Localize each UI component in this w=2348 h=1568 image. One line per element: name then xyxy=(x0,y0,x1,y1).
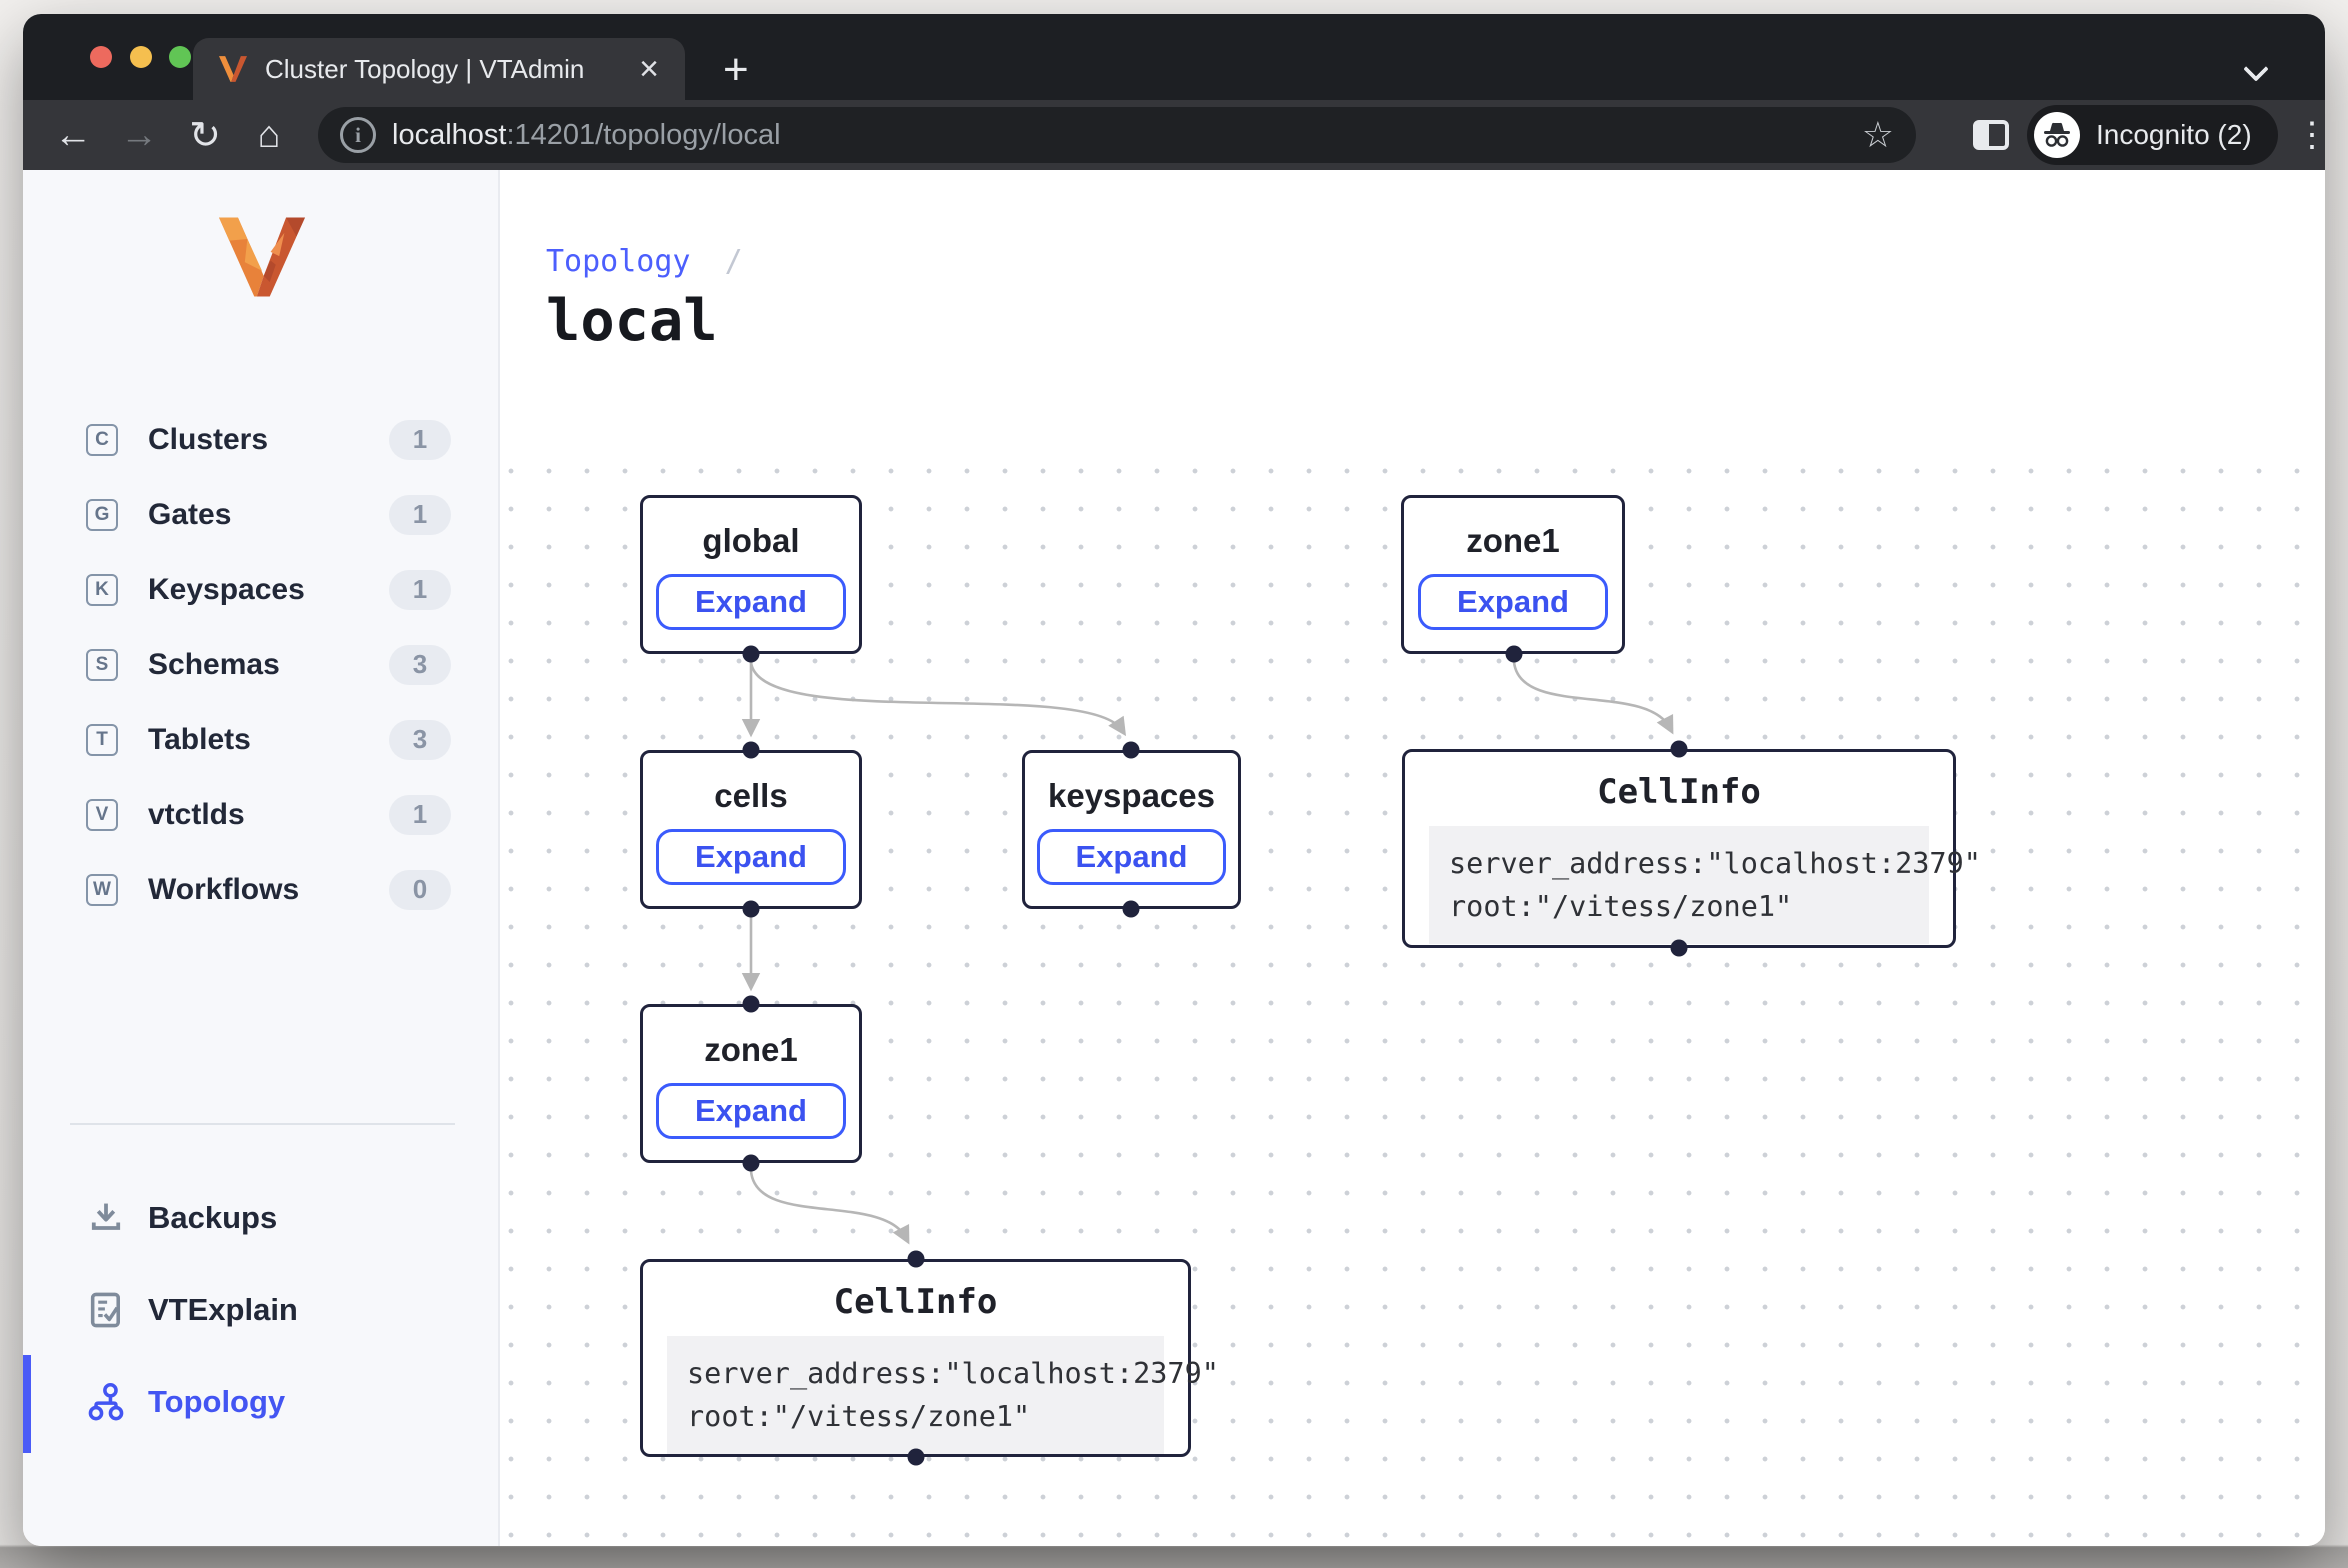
count-badge: 1 xyxy=(389,570,451,610)
vtctlds-icon: V xyxy=(86,799,118,831)
document-check-icon xyxy=(86,1290,126,1330)
cellinfo-code: server_address:"localhost:2379" root:"/v… xyxy=(667,1336,1164,1454)
clusters-icon: C xyxy=(86,424,118,456)
tab-title: Cluster Topology | VTAdmin xyxy=(265,54,629,85)
forward-button[interactable]: → xyxy=(111,100,167,170)
sidebar: C Clusters 1 G Gates 1 K Keyspaces 1 S S… xyxy=(23,170,500,1546)
node-global: global Expand xyxy=(640,495,862,654)
sidebar-item-backups[interactable]: Backups xyxy=(23,1172,498,1264)
node-keyspaces: keyspaces Expand xyxy=(1022,750,1241,909)
minimize-window-button[interactable] xyxy=(130,46,152,68)
breadcrumb: Topology / xyxy=(546,244,743,279)
sidebar-item-tablets[interactable]: T Tablets 3 xyxy=(23,702,498,777)
tablets-icon: T xyxy=(86,724,118,756)
node-cellinfo-bottom: CellInfo server_address:"localhost:2379"… xyxy=(640,1259,1191,1457)
expand-button-zone1-top[interactable]: Expand xyxy=(1418,574,1608,630)
count-badge: 0 xyxy=(389,870,451,910)
sidebar-divider xyxy=(70,1123,455,1125)
node-zone1-bottom: zone1 Expand xyxy=(640,1004,862,1163)
tab-close-icon[interactable]: × xyxy=(639,52,659,86)
tab-search-chevron-icon[interactable] xyxy=(2247,56,2269,78)
count-badge: 1 xyxy=(389,795,451,835)
tab-cluster-topology[interactable]: Cluster Topology | VTAdmin × xyxy=(193,38,685,100)
site-info-icon[interactable]: i xyxy=(340,117,376,153)
count-badge: 3 xyxy=(389,645,451,685)
incognito-icon xyxy=(2042,122,2072,148)
browser-toolbar: ← → ↻ ⌂ i localhost:14201/topology/local… xyxy=(23,100,2325,170)
schemas-icon: S xyxy=(86,649,118,681)
incognito-avatar xyxy=(2034,112,2080,158)
expand-button-cells[interactable]: Expand xyxy=(656,829,846,885)
breadcrumb-topology-link[interactable]: Topology xyxy=(546,244,691,279)
sidebar-item-clusters[interactable]: C Clusters 1 xyxy=(23,402,498,477)
cellinfo-code: server_address:"localhost:2379" root:"/v… xyxy=(1429,826,1929,944)
url-text[interactable]: localhost:14201/topology/local xyxy=(392,119,1850,152)
incognito-label: Incognito (2) xyxy=(2096,119,2252,151)
count-badge: 3 xyxy=(389,720,451,760)
count-badge: 1 xyxy=(389,495,451,535)
bookmark-star-icon[interactable]: ☆ xyxy=(1862,114,1894,156)
download-icon xyxy=(86,1198,126,1238)
breadcrumb-separator: / xyxy=(725,244,743,279)
workflows-icon: W xyxy=(86,874,118,906)
close-window-button[interactable] xyxy=(90,46,112,68)
url-bar[interactable]: i localhost:14201/topology/local ☆ xyxy=(318,107,1916,163)
sidebar-item-vtexplain[interactable]: VTExplain xyxy=(23,1264,498,1356)
expand-button-keyspaces[interactable]: Expand xyxy=(1037,829,1227,885)
side-panel-icon[interactable] xyxy=(1973,120,2009,150)
reload-button[interactable]: ↻ xyxy=(177,100,233,170)
browser-window: Cluster Topology | VTAdmin × + ← → ↻ ⌂ i… xyxy=(23,14,2325,1546)
sidebar-item-workflows[interactable]: W Workflows 0 xyxy=(23,852,498,927)
tab-strip: Cluster Topology | VTAdmin × + xyxy=(23,14,2325,100)
home-button[interactable]: ⌂ xyxy=(241,100,297,170)
sidebar-item-schemas[interactable]: S Schemas 3 xyxy=(23,627,498,702)
node-cellinfo-right: CellInfo server_address:"localhost:2379"… xyxy=(1402,749,1956,948)
gates-icon: G xyxy=(86,499,118,531)
topology-main: Topology / local xyxy=(500,170,2325,1546)
count-badge: 1 xyxy=(389,420,451,460)
page-title: local xyxy=(546,288,718,354)
new-tab-button[interactable]: + xyxy=(723,50,749,90)
node-zone1-top: zone1 Expand xyxy=(1401,495,1625,654)
expand-button-zone1-bottom[interactable]: Expand xyxy=(656,1083,846,1139)
sidebar-item-vtctlds[interactable]: V vtctlds 1 xyxy=(23,777,498,852)
active-nav-indicator xyxy=(23,1355,31,1453)
zoom-window-button[interactable] xyxy=(169,46,191,68)
node-cells: cells Expand xyxy=(640,750,862,909)
keyspaces-icon: K xyxy=(86,574,118,606)
sidebar-item-topology[interactable]: Topology xyxy=(23,1356,498,1448)
sidebar-item-gates[interactable]: G Gates 1 xyxy=(23,477,498,552)
incognito-badge[interactable]: Incognito (2) xyxy=(2027,105,2278,165)
back-button[interactable]: ← xyxy=(45,100,101,170)
browser-menu-icon[interactable]: ⋮ xyxy=(2295,112,2325,158)
vitess-favicon-icon xyxy=(219,54,247,84)
topology-icon xyxy=(86,1382,126,1422)
sidebar-item-keyspaces[interactable]: K Keyspaces 1 xyxy=(23,552,498,627)
expand-button-global[interactable]: Expand xyxy=(656,574,846,630)
page-content: C Clusters 1 G Gates 1 K Keyspaces 1 S S… xyxy=(23,170,2325,1546)
vitess-logo xyxy=(219,217,305,297)
